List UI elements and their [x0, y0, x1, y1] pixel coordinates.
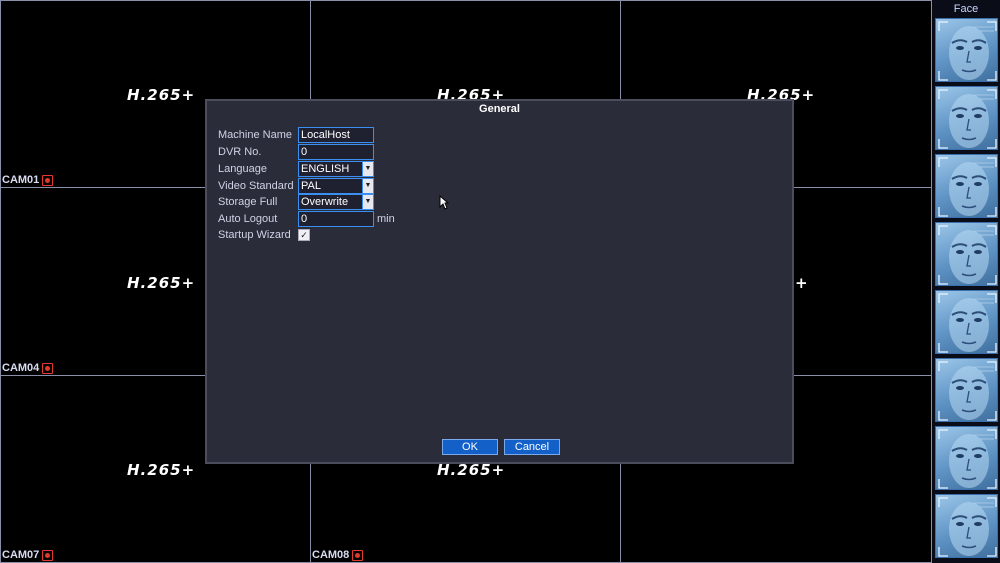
record-icon: [352, 549, 364, 561]
codec-label: H.265+: [127, 274, 196, 292]
face-thumbnail[interactable]: [935, 290, 998, 354]
camera-label: CAM04: [2, 362, 54, 374]
video-standard-row: Video Standard PAL ▼: [218, 178, 374, 194]
storage-full-select[interactable]: Overwrite ▼: [298, 194, 374, 210]
mouse-pointer-icon: [439, 195, 449, 210]
face-sidebar: Face: [932, 0, 1000, 563]
camera-label: CAM01: [2, 174, 54, 186]
face-thumbnail[interactable]: [935, 18, 998, 82]
dvr-no-row: DVR No. 0: [218, 144, 374, 160]
auto-logout-label: Auto Logout: [218, 213, 278, 225]
record-icon: [42, 362, 54, 374]
camera-label: CAM08: [312, 549, 364, 561]
machine-name-label: Machine Name: [218, 129, 292, 141]
face-icon: [938, 293, 997, 353]
machine-name-input[interactable]: LocalHost: [298, 127, 374, 143]
face-icon: [938, 497, 997, 557]
auto-logout-unit: min: [377, 213, 395, 225]
auto-logout-input[interactable]: 0: [298, 211, 374, 227]
storage-full-row: Storage Full Overwrite ▼: [218, 194, 374, 210]
camera-name: CAM04: [2, 362, 40, 374]
auto-logout-row: Auto Logout 0 min: [218, 211, 395, 227]
startup-wizard-label: Startup Wizard: [218, 229, 291, 241]
face-thumbnail[interactable]: [935, 86, 998, 150]
face-thumbnail[interactable]: [935, 426, 998, 490]
chevron-down-icon[interactable]: ▼: [362, 179, 373, 193]
record-icon: [42, 549, 54, 561]
dvr-no-input[interactable]: 0: [298, 144, 374, 160]
cancel-button[interactable]: Cancel: [504, 439, 560, 455]
face-thumbnail[interactable]: [935, 222, 998, 286]
camera-label: CAM07: [2, 549, 54, 561]
camera-name: CAM01: [2, 174, 40, 186]
storage-full-value: Overwrite: [301, 196, 349, 208]
language-select[interactable]: ENGLISH ▼: [298, 161, 374, 177]
codec-label: H.265+: [127, 86, 196, 104]
language-label: Language: [218, 163, 267, 175]
general-dialog: General Machine Name LocalHost DVR No. 0…: [205, 99, 794, 464]
camera-name: CAM08: [312, 549, 350, 561]
ok-button[interactable]: OK: [442, 439, 498, 455]
startup-wizard-row: Startup Wizard ✓: [218, 227, 310, 243]
checkmark-icon: ✓: [300, 230, 308, 240]
storage-full-label: Storage Full: [218, 196, 278, 208]
video-standard-label: Video Standard: [218, 180, 294, 192]
face-icon: [938, 429, 997, 489]
face-icon: [938, 361, 997, 421]
codec-label: H.265+: [127, 461, 196, 479]
sidebar-title: Face: [953, 3, 979, 15]
language-row: Language ENGLISH ▼: [218, 161, 374, 177]
machine-name-row: Machine Name LocalHost: [218, 127, 374, 143]
startup-wizard-checkbox[interactable]: ✓: [298, 229, 310, 241]
face-icon: [938, 157, 997, 217]
codec-label-partial: +: [795, 274, 809, 292]
face-thumbnail[interactable]: [935, 154, 998, 218]
face-thumbnail[interactable]: [935, 494, 998, 558]
face-thumbnail[interactable]: [935, 358, 998, 422]
dialog-title: General: [479, 103, 520, 115]
face-icon: [938, 21, 997, 81]
face-icon: [938, 89, 997, 149]
language-value: ENGLISH: [301, 163, 350, 175]
face-icon: [938, 225, 997, 285]
camera-name: CAM07: [2, 549, 40, 561]
video-standard-value: PAL: [301, 180, 321, 192]
record-icon: [42, 174, 54, 186]
chevron-down-icon[interactable]: ▼: [362, 195, 373, 209]
chevron-down-icon[interactable]: ▼: [362, 162, 373, 176]
video-standard-select[interactable]: PAL ▼: [298, 178, 374, 194]
dvr-no-label: DVR No.: [218, 146, 262, 158]
